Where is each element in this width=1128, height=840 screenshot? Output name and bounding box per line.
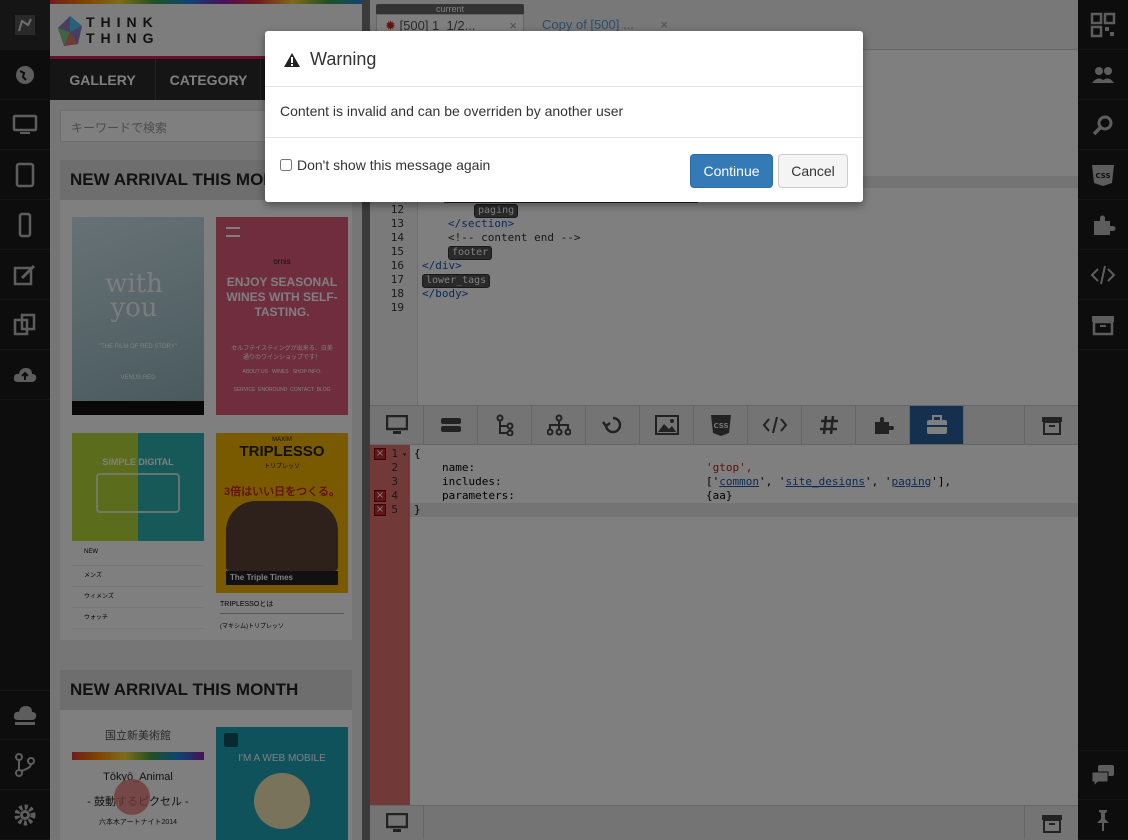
warning-icon (284, 53, 300, 67)
warning-dialog: Warning Content is invalid and can be ov… (265, 31, 863, 202)
dont-show-label-text: Don't show this message again (297, 157, 491, 173)
dialog-message: Content is invalid and can be overriden … (280, 103, 624, 119)
dont-show-checkbox[interactable] (280, 159, 292, 171)
dialog-title: Warning (310, 49, 377, 69)
continue-button[interactable]: Continue (690, 154, 773, 188)
dialog-header: Warning (265, 31, 863, 87)
dialog-footer: Don't show this message again Continue C… (265, 137, 863, 202)
dont-show-checkbox-label[interactable]: Don't show this message again (280, 157, 490, 173)
cancel-button[interactable]: Cancel (778, 154, 848, 188)
